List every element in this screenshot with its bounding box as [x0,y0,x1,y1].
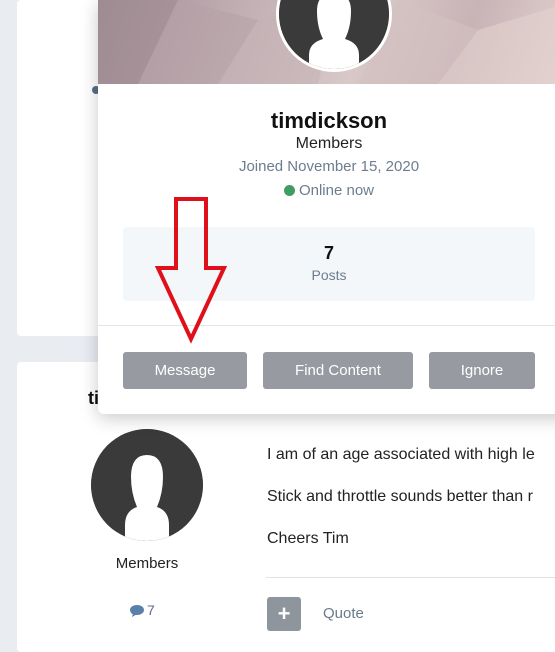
down-arrow-annotation [154,197,228,344]
find-content-button[interactable]: Find Content [263,352,413,389]
post-divider [266,577,555,578]
online-status-text: Online now [298,182,375,199]
post-author-avatar[interactable] [91,429,203,541]
post-count[interactable]: 7 [130,602,155,618]
post-text-line-3: Cheers Tim [267,530,349,547]
post-author-group: Members [115,555,179,572]
online-dot-icon [283,185,295,196]
comment-icon [130,605,144,617]
hovercard-joined-date: Joined November 15, 2020 [238,158,420,175]
message-button[interactable]: Message [123,352,247,389]
hovercard-group: Members [295,135,363,152]
multi-quote-plus-button[interactable]: + [267,597,301,631]
post-text-line-1: I am of an age associated with high le [267,446,535,463]
post-text-line-2: Stick and throttle sounds better than r [267,488,533,505]
hovercard-username[interactable]: timdickson [98,108,555,134]
ignore-button[interactable]: Ignore [429,352,535,389]
avatar-silhouette-icon [91,429,203,541]
quote-button[interactable]: Quote [323,605,364,622]
post-count-value: 7 [147,602,155,618]
